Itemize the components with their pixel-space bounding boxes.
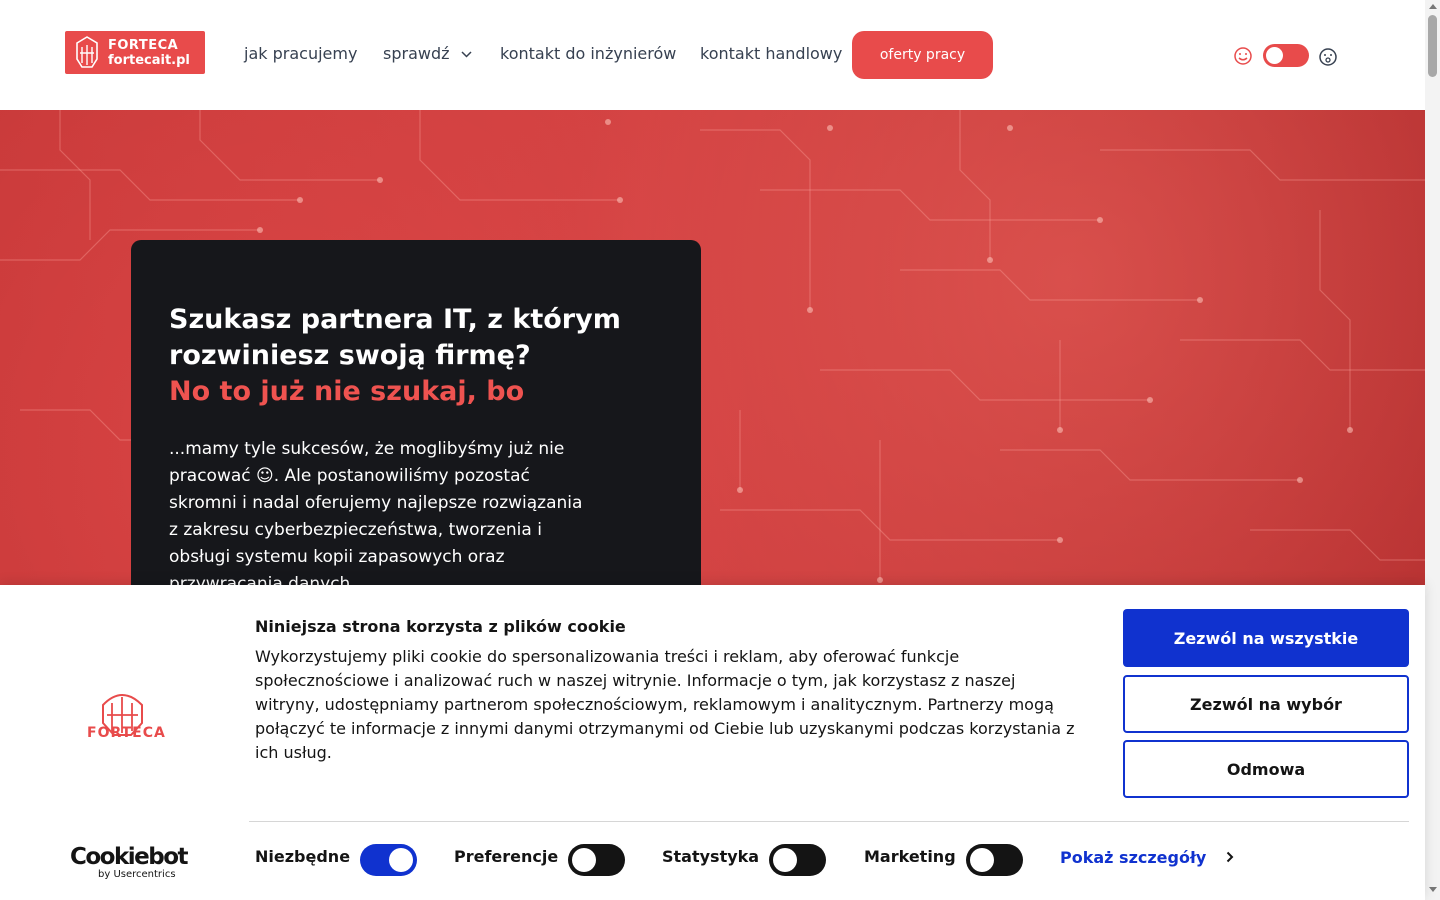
helmet-icon [76, 36, 98, 68]
hero-heading-main: Szukasz partnera IT, z którym rozwiniesz… [169, 304, 621, 371]
scroll-up-arrow-icon[interactable] [1429, 4, 1437, 9]
hero-card: Szukasz partnera IT, z którym rozwiniesz… [131, 240, 701, 590]
brand-logo[interactable]: FORTECA fortecait.pl [65, 31, 205, 74]
moon-face-icon [1319, 48, 1337, 66]
scroll-down-arrow-icon[interactable] [1429, 887, 1437, 892]
cookiebot-name: Cookiebot [70, 844, 189, 870]
hero-heading-accent: No to już nie szukaj, bo [169, 376, 525, 407]
brand-name: FORTECA [108, 38, 179, 53]
allow-all-button[interactable]: Zezwól na wszystkie [1123, 609, 1409, 667]
category-label-necessary: Niezbędne [255, 847, 351, 866]
category-label-statistics: Statystyka [662, 847, 760, 866]
cookie-banner: FORTECA Niniejsza strona korzysta z plik… [0, 585, 1425, 900]
cookie-description: Wykorzystujemy pliki cookie do spersonal… [255, 647, 1075, 762]
smile-icon [1234, 47, 1252, 65]
deny-button[interactable]: Odmowa [1123, 740, 1409, 798]
toggle-knob [773, 848, 797, 872]
toggle-marketing[interactable] [966, 844, 1023, 876]
hero-description: ...mamy tyle sukcesów, że moglibyśmy już… [169, 439, 583, 590]
chevron-right-icon [1226, 851, 1234, 863]
toggle-knob [970, 848, 994, 872]
toggle-necessary[interactable] [360, 844, 417, 876]
toggle-knob [572, 848, 596, 872]
nav-item-kontakt-handlowy[interactable]: kontakt handlowy [700, 44, 842, 63]
scroll-thumb[interactable] [1428, 15, 1437, 77]
divider [249, 821, 1409, 822]
hero-heading: Szukasz partnera IT, z którym rozwiniesz… [169, 302, 629, 410]
brand-domain: fortecait.pl [108, 53, 190, 68]
show-details-link[interactable]: Pokaż szczegóły [1060, 848, 1234, 867]
toggle-preferences[interactable] [568, 844, 625, 876]
job-offers-button[interactable]: oferty pracy [852, 31, 993, 79]
nav-item-sprawdz[interactable]: sprawdź [383, 44, 472, 63]
show-details-label: Pokaż szczegóły [1060, 848, 1207, 867]
nav-item-jak-pracujemy[interactable]: jak pracujemy [244, 44, 357, 63]
cookie-brand-name: FORTECA [87, 725, 166, 741]
cookie-title: Niniejsza strona korzysta z plików cooki… [255, 617, 626, 636]
toggle-statistics[interactable] [769, 844, 826, 876]
cookiebot-logo[interactable]: Cookiebot by Usercentrics [70, 844, 189, 880]
page-scrollbar[interactable] [1425, 0, 1440, 900]
site-header: FORTECA fortecait.pl jak pracujemy spraw… [0, 0, 1425, 110]
toggle-knob [1266, 47, 1283, 64]
cookiebot-sub: by Usercentrics [98, 869, 176, 880]
nav-item-kontakt-inzynierow[interactable]: kontakt do inżynierów [500, 44, 676, 63]
hero-section: Szukasz partnera IT, z którym rozwiniesz… [0, 110, 1425, 590]
toggle-knob [389, 848, 413, 872]
nav-item-label: sprawdź [383, 44, 450, 63]
category-label-marketing: Marketing [864, 847, 956, 866]
category-label-preferences: Preferencje [454, 847, 559, 866]
allow-selection-button[interactable]: Zezwól na wybór [1123, 675, 1409, 733]
theme-toggle[interactable] [1263, 44, 1309, 67]
chevron-down-icon [461, 51, 472, 58]
